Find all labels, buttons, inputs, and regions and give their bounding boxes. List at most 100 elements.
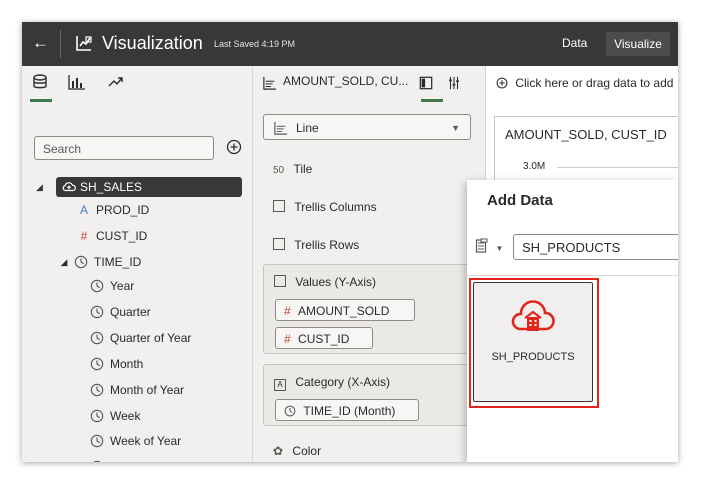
chart-type-value: Line (296, 121, 319, 135)
value-pill-cust-id[interactable]: # CUST_ID (275, 327, 373, 349)
trellis-columns-label: Trellis Columns (294, 200, 377, 214)
field-label: PROD_ID (96, 203, 150, 217)
values-axis-label: Values (Y-Axis) (295, 275, 377, 289)
collapse-triangle-icon[interactable]: ◢ (36, 177, 43, 197)
trellis-columns-icon (273, 200, 285, 212)
time-level-item[interactable]: Week (90, 406, 240, 426)
field-label: CUST_ID (96, 229, 148, 243)
clock-icon (284, 405, 296, 417)
clock-icon (90, 409, 104, 422)
data-tab-button[interactable]: Data (562, 36, 587, 50)
time-level-label: Week of Year (110, 434, 182, 449)
back-arrow-icon[interactable]: ← (32, 33, 49, 53)
measure-hash-icon: # (80, 229, 88, 243)
field-prod-id[interactable]: A PROD_ID (76, 200, 236, 220)
time-level-item[interactable]: Month of Year (90, 380, 240, 400)
tile-icon: 50 (273, 165, 285, 176)
visualize-tab-button[interactable]: Visualize (606, 32, 670, 56)
properties-sliders-icon[interactable] (447, 76, 461, 90)
collapse-triangle-icon[interactable]: ◢ (56, 252, 72, 272)
time-level-item[interactable]: Weekday (90, 457, 240, 462)
dialog-title: Add Data (487, 192, 553, 209)
divider (60, 30, 61, 58)
chevron-down-icon[interactable]: ▼ (495, 244, 503, 253)
line-chart-icon (263, 76, 277, 90)
clock-icon (90, 305, 104, 319)
clock-icon (90, 331, 104, 345)
page-title: Visualization (102, 33, 203, 53)
category-axis-label: Category (X-Axis) (295, 375, 391, 389)
time-level-item[interactable]: Quarter (90, 302, 240, 322)
dataset-tile-sh-products[interactable]: SH_PRODUCTS (473, 282, 593, 402)
clock-icon (90, 383, 104, 396)
trellis-rows-icon (273, 238, 285, 250)
line-chart-icon (274, 121, 288, 135)
drop-hint[interactable]: Click here or drag data to add (496, 76, 673, 90)
time-level-item[interactable]: Week of Year (90, 431, 240, 451)
data-panel: Search ◢ SH_SALES A PROD_ID # CUST_ID ◢ (22, 66, 253, 462)
pill-label: CUST_ID (298, 332, 350, 346)
app-window: ← Visualization Last Saved 4:19 PM Data … (22, 22, 678, 462)
grammar-tab-icon[interactable] (419, 76, 433, 90)
analytics-icon[interactable] (108, 74, 124, 90)
values-axis-icon (274, 275, 286, 287)
add-data-dialog: Add Data ▼ SH_PRODUCTS SH_PRODUCTS (467, 180, 678, 462)
search-input[interactable]: Search (34, 136, 214, 160)
cloud-dataset-icon (62, 182, 76, 192)
category-pill-time-id[interactable]: TIME_ID (Month) (275, 399, 419, 421)
clock-icon (74, 255, 88, 269)
clock-icon (90, 435, 104, 448)
dataset-search-input[interactable]: SH_PRODUCTS (513, 234, 678, 260)
color-label: Color (292, 444, 322, 458)
time-level-label: Month of Year (110, 382, 185, 397)
trellis-columns-row[interactable]: Trellis Columns (273, 200, 377, 214)
category-axis-icon: A (274, 379, 286, 391)
category-label-row: A Category (X-Axis) (274, 375, 390, 391)
time-level-label: Quarter (110, 304, 151, 319)
pill-label: AMOUNT_SOLD (298, 304, 390, 318)
gridline (557, 167, 678, 168)
category-x-axis-group[interactable]: A Category (X-Axis) TIME_ID (Month) (263, 364, 485, 426)
time-level-item[interactable]: Quarter of Year (90, 328, 240, 348)
chart-type-select[interactable]: Line ▼ (263, 114, 471, 140)
palette-icon: ✿ (273, 444, 284, 458)
add-circle-icon (496, 77, 508, 89)
active-tab-indicator (421, 99, 443, 102)
dataset-list-icon (475, 238, 488, 253)
add-data-circle-icon[interactable] (226, 139, 242, 155)
database-icon[interactable] (32, 74, 48, 90)
time-level-label: Week (110, 408, 141, 423)
measure-hash-icon: # (284, 332, 291, 346)
data-panel-tabs (22, 66, 252, 102)
drop-hint-text: Click here or drag data to add (515, 76, 674, 90)
clock-icon (93, 461, 101, 462)
time-level-item[interactable]: Year (90, 276, 240, 296)
clock-icon (90, 357, 104, 370)
values-y-axis-group[interactable]: Values (Y-Axis) # AMOUNT_SOLD # CUST_ID (263, 264, 485, 354)
value-pill-amount-sold[interactable]: # AMOUNT_SOLD (275, 299, 415, 321)
divider (467, 275, 678, 276)
field-cust-id[interactable]: # CUST_ID (76, 226, 236, 246)
time-level-item[interactable]: Month (90, 354, 240, 374)
cloud-dataset-icon (511, 300, 555, 331)
field-label: TIME_ID (94, 255, 142, 269)
field-time-id[interactable]: ◢ TIME_ID (56, 252, 236, 272)
chevron-down-icon[interactable]: ▼ (451, 115, 460, 141)
trellis-rows-row[interactable]: Trellis Rows (273, 238, 359, 252)
bar-chart-icon[interactable] (68, 74, 86, 90)
source-type-dropdown[interactable]: ▼ (475, 238, 503, 259)
dataset-sh-sales[interactable]: ◢ SH_SALES (36, 177, 242, 197)
visualization-app-icon (76, 36, 92, 51)
visualization-name[interactable]: AMOUNT_SOLD, CU... (283, 74, 408, 88)
tile-row[interactable]: 50 Tile (273, 162, 312, 176)
values-label-row: Values (Y-Axis) (274, 275, 376, 289)
grammar-panel: AMOUNT_SOLD, CU... Line ▼ 50 Tile Trelli… (253, 66, 486, 462)
color-row[interactable]: ✿ Color (273, 444, 321, 458)
time-level-label: Weekday (110, 457, 160, 462)
trellis-rows-label: Trellis Rows (294, 238, 360, 252)
clock-icon (90, 279, 104, 293)
visualization-title: AMOUNT_SOLD, CUST_ID (505, 127, 667, 142)
active-tab-indicator (30, 99, 52, 102)
time-level-label: Year (110, 279, 135, 293)
pill-label: TIME_ID (Month) (303, 404, 396, 418)
